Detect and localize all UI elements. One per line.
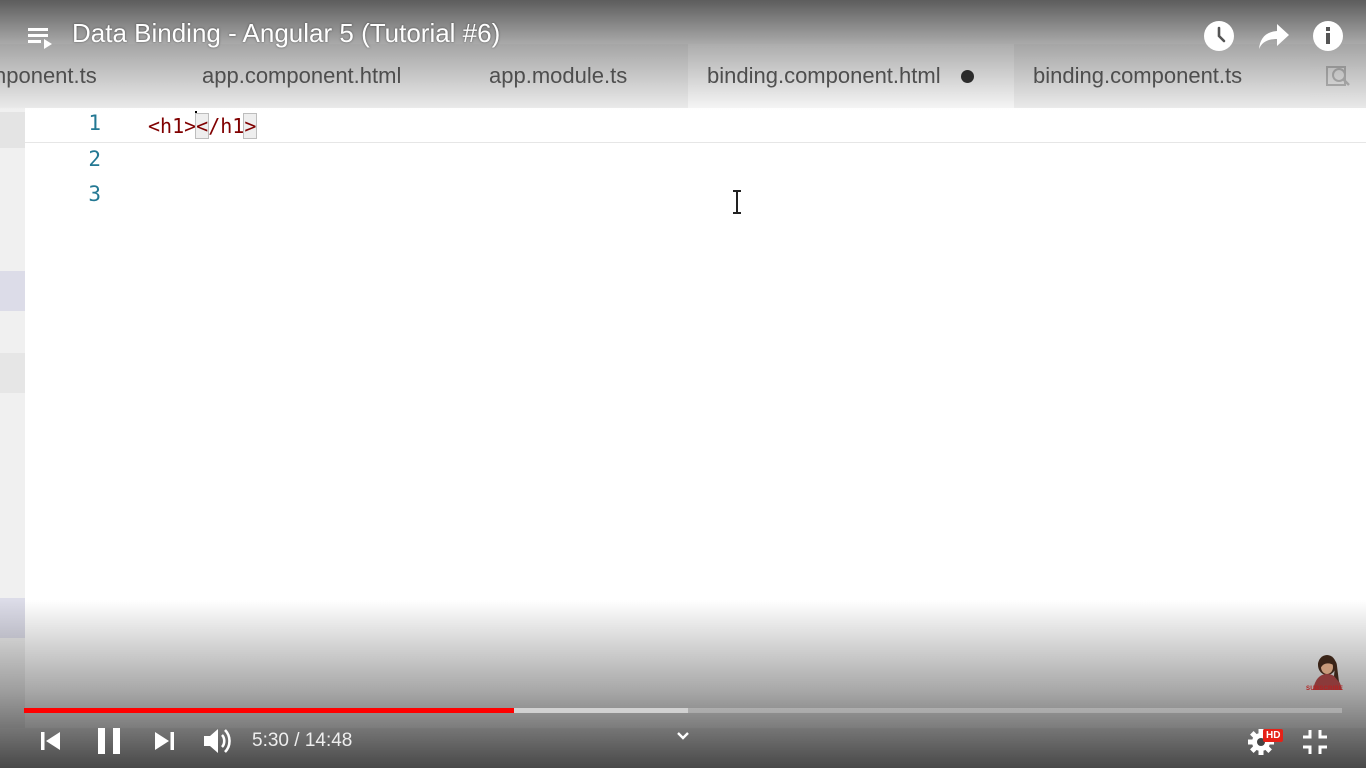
line-number: 2 [88,147,101,171]
matched-bracket-close: > [243,113,258,139]
activity-bar-item[interactable] [0,598,25,638]
h1-close-tag: /h1 [208,114,245,138]
subscribe-watermark-text: SUBSCRIBE [1306,686,1344,692]
video-title[interactable]: Data Binding - Angular 5 (Tutorial #6) [72,18,500,49]
clock-icon[interactable] [1203,20,1235,52]
channel-watermark[interactable]: SUBSCRIBE [1304,652,1346,696]
playlist-icon[interactable] [26,24,54,52]
skip-next-icon[interactable] [151,727,177,755]
info-icon[interactable] [1312,20,1344,52]
code-line-1[interactable]: <h1></h1> [148,111,258,139]
code-editor[interactable]: 1 2 3 <h1></h1> [25,108,1366,728]
activity-bar-item[interactable] [0,112,25,148]
line-number: 1 [88,111,101,135]
hd-badge: HD [1263,729,1284,742]
volume-icon[interactable] [201,725,235,757]
skip-previous-icon[interactable] [38,727,64,755]
unsaved-dot-icon[interactable] [960,69,974,83]
activity-bar [0,108,25,728]
exit-fullscreen-icon[interactable] [1300,727,1330,757]
player-title-bar: Data Binding - Angular 5 (Tutorial #6) [0,0,1366,70]
activity-bar-item[interactable] [0,271,25,311]
time-display: 5:30 / 14:48 [252,730,352,752]
progress-played [24,708,515,713]
chevron-down-icon[interactable] [674,727,692,745]
h1-open-tag: <h1> [148,114,197,138]
duration: 14:48 [304,730,353,751]
line-number: 3 [88,182,101,206]
share-icon[interactable] [1257,20,1291,52]
pause-icon[interactable] [94,725,124,757]
player-controls: 5:30 / 14:48 [0,715,1366,768]
matched-bracket-open: < [195,113,210,139]
current-time: 5:30 [252,730,289,751]
activity-bar-item[interactable] [0,353,25,393]
video-frame[interactable]: nponent.ts app.component.html app.module… [0,0,1366,768]
progress-bar[interactable] [24,708,1342,713]
text-cursor-icon [733,190,741,214]
time-separator: / [294,730,300,751]
